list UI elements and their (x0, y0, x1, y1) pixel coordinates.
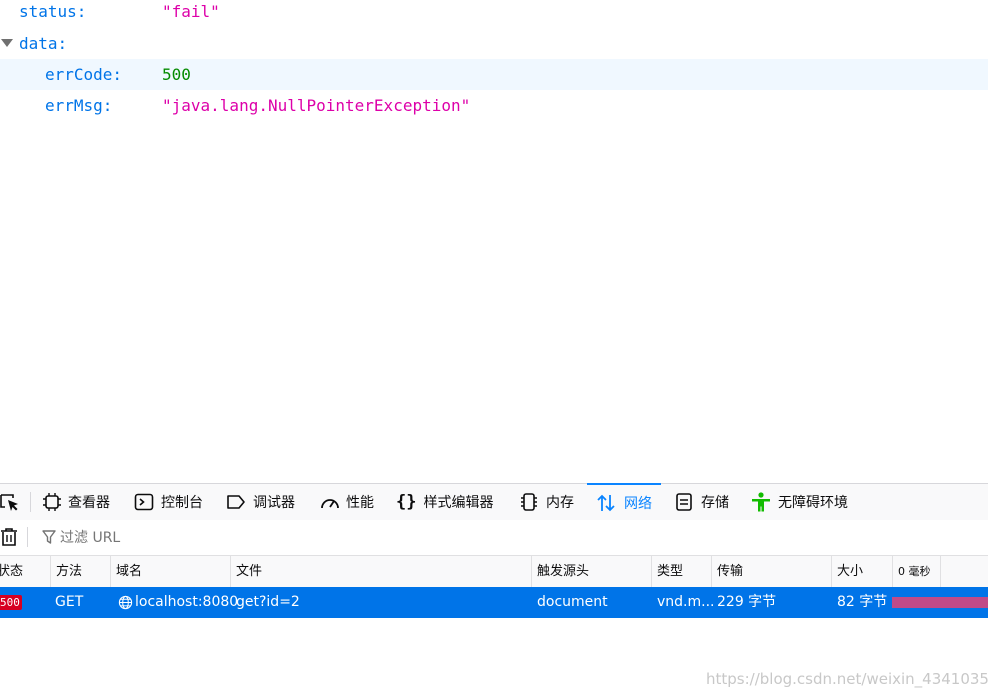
tab-inspector-label: 查看器 (68, 495, 110, 511)
accessibility-person-icon (752, 492, 770, 512)
tab-accessibility-label: 无障碍环境 (778, 495, 848, 511)
tab-performance[interactable]: 性能 (319, 484, 374, 520)
console-icon (134, 493, 154, 511)
column-transferred[interactable]: 传输 (711, 556, 831, 587)
request-method: GET (55, 594, 84, 610)
clear-requests-button[interactable] (0, 527, 18, 551)
tab-debugger[interactable]: 调试器 (226, 484, 295, 520)
json-value-errcode: 500 (162, 65, 191, 84)
tab-debugger-label: 调试器 (253, 495, 295, 511)
globe-icon (118, 595, 133, 610)
network-filter-bar (0, 520, 988, 556)
storage-icon (676, 493, 692, 511)
column-method[interactable]: 方法 (50, 556, 110, 587)
tab-console-label: 控制台 (161, 495, 203, 511)
column-file[interactable]: 文件 (230, 556, 531, 587)
request-table-header: 状态 方法 域名 文件 触发源头 类型 传输 大小 0 毫秒 (0, 556, 988, 588)
json-key-status: status: (19, 2, 87, 21)
devtools-toolbar: 查看器 控制台 调试器 性能 {} 样式编辑器 内存 网络 存储 无障碍环境 (0, 483, 988, 521)
tab-storage[interactable]: 存储 (674, 484, 729, 520)
request-cause: document (537, 594, 608, 610)
column-type[interactable]: 类型 (651, 556, 711, 587)
tab-style-editor[interactable]: {} 样式编辑器 (396, 484, 493, 520)
column-waterfall[interactable]: 0 毫秒 (892, 556, 940, 587)
column-waterfall-tick (940, 556, 988, 587)
json-key-data: data: (19, 34, 68, 53)
request-domain: localhost:8080 (135, 594, 239, 610)
request-transferred: 229 字节 (717, 594, 777, 610)
tab-accessibility[interactable]: 无障碍环境 (750, 484, 848, 520)
memory-chip-icon (521, 493, 537, 511)
inspector-icon (43, 493, 61, 511)
tab-performance-label: 性能 (346, 495, 374, 511)
json-value-errmsg: "java.lang.NullPointerException" (162, 96, 471, 115)
filter-url-input[interactable] (58, 527, 362, 549)
filter-funnel-icon (42, 529, 56, 549)
request-size: 82 字节 (837, 594, 888, 610)
status-badge: 500 (0, 595, 22, 610)
debugger-icon (227, 495, 245, 509)
request-file: get?id=2 (236, 594, 300, 610)
column-cause[interactable]: 触发源头 (531, 556, 651, 587)
network-arrows-icon (597, 494, 615, 512)
tab-inspector[interactable]: 查看器 (42, 484, 110, 520)
element-picker-icon (0, 494, 18, 511)
column-domain[interactable]: 域名 (110, 556, 230, 587)
collapse-triangle-icon[interactable] (1, 39, 13, 47)
braces-icon: {} (396, 492, 417, 512)
request-domain-cell: localhost:8080 (118, 587, 238, 618)
tab-memory[interactable]: 内存 (519, 484, 574, 520)
json-key-errmsg: errMsg: (45, 96, 113, 115)
trash-icon (1, 528, 17, 546)
waterfall-bar (892, 597, 988, 608)
performance-gauge-icon (321, 499, 339, 509)
element-picker-button[interactable] (0, 484, 22, 520)
watermark: https://blog.csdn.net/weixin_43410352 (706, 670, 988, 688)
json-key-errcode: errCode: (45, 65, 123, 84)
tab-storage-label: 存储 (701, 495, 729, 511)
table-row[interactable]: 500 GET localhost:8080 get?id=2 document… (0, 587, 988, 618)
json-row-data[interactable]: data: (0, 28, 988, 59)
json-value-status: "fail" (162, 2, 220, 21)
tab-network-label: 网络 (624, 496, 652, 512)
tab-network[interactable]: 网络 (587, 483, 661, 521)
request-type: vnd.m... (657, 594, 715, 610)
column-size[interactable]: 大小 (831, 556, 892, 587)
column-status[interactable]: 状态 (0, 556, 50, 587)
json-row-errmsg: errMsg: "java.lang.NullPointerException" (0, 90, 988, 121)
filter-separator (27, 527, 28, 547)
tab-memory-label: 内存 (546, 495, 574, 511)
tab-console[interactable]: 控制台 (134, 484, 203, 520)
toolbar-separator (30, 492, 31, 512)
json-row-status: status: "fail" (0, 0, 988, 27)
tab-style-editor-label: 样式编辑器 (423, 495, 494, 511)
json-row-errcode: errCode: 500 (0, 59, 988, 90)
